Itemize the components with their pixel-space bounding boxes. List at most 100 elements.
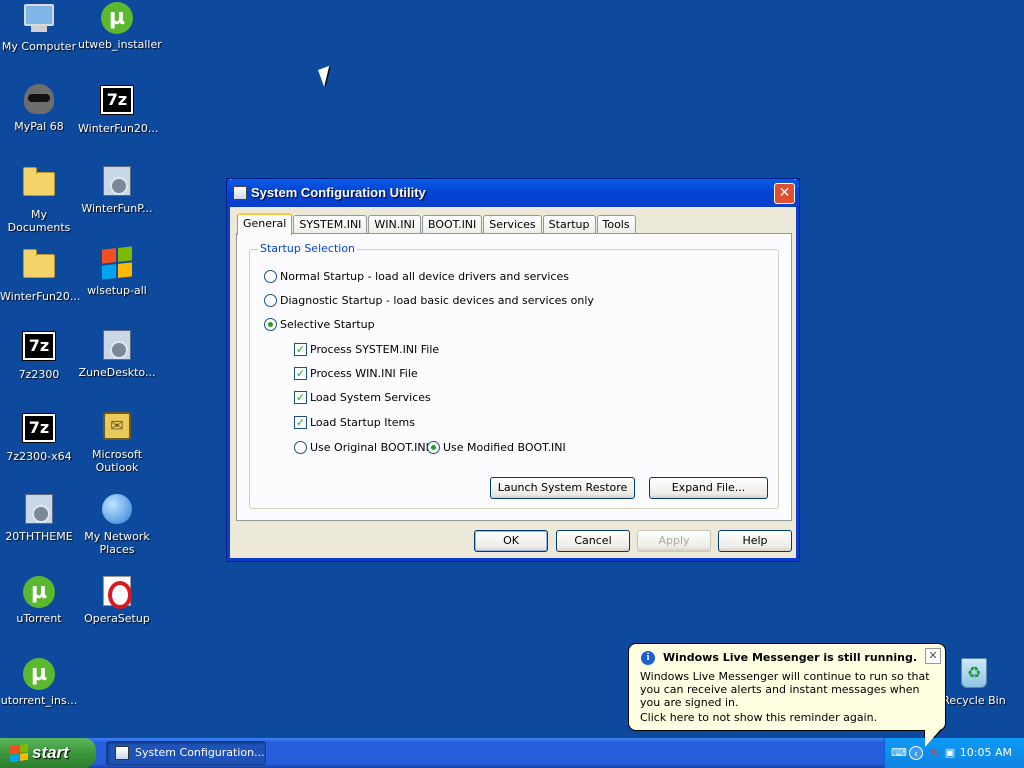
load-startup-items-checkbox[interactable]: ✓ Load Startup Items — [294, 416, 415, 429]
tab-boot-ini[interactable]: BOOT.INI — [421, 215, 483, 235]
desktop-icon-utweb-installer[interactable]: µ utweb_installer — [78, 2, 162, 51]
desktop-icon-utorrent-installer[interactable]: µ utorrent_ins... — [0, 658, 78, 707]
checkmark-icon: ✓ — [294, 343, 307, 356]
desktop-icon-wlsetup[interactable]: wlsetup-all — [78, 246, 156, 297]
messenger-balloon-notification[interactable]: i Windows Live Messenger is still runnin… — [628, 643, 946, 749]
load-system-services-checkbox[interactable]: ✓ Load System Services — [294, 391, 431, 404]
desktop-icon-label: OperaSetup — [84, 612, 150, 625]
use-original-boot-ini-radio[interactable]: Use Original BOOT.INI — [294, 441, 429, 454]
network-tray-icon[interactable]: ▣ — [943, 746, 957, 760]
checkbox-label: Process SYSTEM.INI File — [310, 343, 440, 356]
normal-startup-radio[interactable]: Normal Startup - load all device drivers… — [264, 270, 569, 283]
start-button[interactable]: start — [0, 738, 96, 768]
desktop-icon-zunedesktop[interactable]: ZuneDeskto... — [78, 330, 156, 379]
checkmark-icon: ✓ — [294, 416, 307, 429]
window-titlebar[interactable]: System Configuration Utility ✕ — [227, 179, 799, 207]
keyboard-icon[interactable]: ⌨ — [891, 746, 907, 760]
radio-indicator — [294, 441, 307, 454]
mypal-icon — [23, 84, 55, 116]
messenger-tray-icon[interactable]: ✕ — [927, 746, 941, 760]
desktop-icon-label: My Network Places — [84, 530, 150, 556]
desktop-icon-recycle-bin[interactable]: ♻ Recycle Bin — [935, 658, 1013, 707]
desktop-icon-label: Microsoft Outlook — [91, 448, 143, 474]
taskbar-button-system-configuration[interactable]: System Configuration... — [106, 741, 266, 765]
desktop-icon-label: utweb_installer — [78, 38, 162, 51]
tab-services[interactable]: Services — [483, 215, 542, 235]
system-tray: ⌨ ‹ ✕ ▣ 10:05 AM — [884, 738, 1024, 768]
selective-startup-radio[interactable]: Selective Startup — [264, 318, 375, 331]
desktop-icon-my-documents[interactable]: My Documents — [0, 166, 78, 234]
desktop-icon-utorrent[interactable]: µ uTorrent — [0, 576, 78, 625]
radio-label: Selective Startup — [280, 318, 375, 331]
installer-icon — [101, 330, 133, 362]
my-documents-icon — [23, 167, 55, 204]
startup-selection-group: Startup Selection Normal Startup - load … — [249, 242, 779, 509]
start-label: start — [32, 743, 69, 762]
desktop-icon-20ththeme[interactable]: 20THTHEME — [0, 494, 78, 543]
desktop-icon-my-computer[interactable]: My Computer — [0, 2, 78, 53]
process-system-ini-checkbox[interactable]: ✓ Process SYSTEM.INI File — [294, 343, 439, 356]
balloon-close-button[interactable]: ✕ — [925, 648, 941, 664]
checkbox-label: Process WIN.INI File — [310, 367, 418, 380]
recycle-bin-icon: ♻ — [958, 658, 990, 690]
utorrent-icon: µ — [101, 2, 133, 34]
checkbox-label: Load Startup Items — [310, 416, 415, 429]
checkmark-icon: ✓ — [294, 391, 307, 404]
system-configuration-window: System Configuration Utility ✕ General S… — [227, 179, 799, 561]
expand-file-button[interactable]: Expand File... — [649, 477, 768, 499]
window-close-button[interactable]: ✕ — [774, 183, 795, 204]
ok-button[interactable]: OK — [474, 530, 548, 552]
desktop-icon-label: 20THTHEME — [5, 530, 73, 543]
process-win-ini-checkbox[interactable]: ✓ Process WIN.INI File — [294, 367, 418, 380]
desktop-icon-7z2300[interactable]: 7z 7z2300 — [0, 330, 78, 381]
tab-tools[interactable]: Tools — [596, 215, 636, 235]
desktop-icon-label: MyPal 68 — [14, 120, 64, 133]
group-title: Startup Selection — [258, 242, 358, 255]
tab-system-ini[interactable]: SYSTEM.INI — [293, 215, 368, 235]
cancel-button[interactable]: Cancel — [556, 530, 630, 552]
desktop-icon-operasetup[interactable]: OperaSetup — [78, 576, 156, 625]
info-icon: i — [641, 651, 655, 665]
installer-icon — [101, 166, 133, 198]
tab-general[interactable]: General — [237, 213, 293, 235]
show-hidden-icons-chevron-icon[interactable]: ‹ — [909, 746, 923, 760]
desktop-icon-network-places[interactable]: My Network Places — [78, 494, 156, 556]
opera-icon — [101, 576, 133, 609]
desktop-icon-winterfunp[interactable]: WinterFunP... — [78, 166, 156, 215]
use-modified-boot-ini-radio[interactable]: Use Modified BOOT.INI — [427, 441, 566, 454]
desktop-icon-winterfun-7z[interactable]: 7z WinterFun20... — [78, 84, 159, 135]
7zip-icon: 7z — [100, 85, 134, 118]
desktop-icon-label: utorrent_ins... — [0, 694, 78, 707]
desktop-icon-outlook[interactable]: ✉ Microsoft Outlook — [78, 412, 156, 474]
utorrent-icon: µ — [23, 576, 55, 608]
utorrent-icon: µ — [23, 658, 55, 690]
windows-logo-icon — [10, 743, 28, 763]
taskbar-button-label: System Configuration... — [135, 746, 265, 759]
launch-system-restore-button[interactable]: Launch System Restore — [490, 477, 635, 499]
desktop-icon-winterfun-folder[interactable]: WinterFun20... — [0, 248, 80, 303]
radio-label: Use Original BOOT.INI — [310, 441, 429, 454]
desktop-icon-label: WinterFunP... — [81, 202, 153, 215]
tab-win-ini[interactable]: WIN.INI — [368, 215, 421, 235]
radio-indicator — [264, 294, 277, 307]
mouse-cursor-icon — [318, 65, 336, 87]
radio-indicator — [264, 318, 277, 331]
desktop-icon-7z2300-x64[interactable]: 7z 7z2300-x64 — [0, 412, 78, 463]
taskbar: start System Configuration... ⌨ ‹ ✕ ▣ 10… — [0, 738, 1024, 768]
desktop-icon-mypal[interactable]: MyPal 68 — [0, 84, 78, 133]
desktop-icon-label: Recycle Bin — [942, 694, 1006, 707]
radio-label: Use Modified BOOT.INI — [443, 441, 566, 454]
tab-strip: General SYSTEM.INI WIN.INI BOOT.INI Serv… — [237, 213, 637, 235]
diagnostic-startup-radio[interactable]: Diagnostic Startup - load basic devices … — [264, 294, 594, 307]
balloon-dismiss-link[interactable]: Click here to not show this reminder aga… — [640, 711, 877, 724]
balloon-tail — [925, 730, 940, 747]
radio-label: Normal Startup - load all device drivers… — [280, 270, 569, 283]
radio-indicator — [264, 270, 277, 283]
apply-button[interactable]: Apply — [637, 530, 711, 552]
desktop-icon-label: WinterFun20... — [78, 122, 159, 135]
help-button[interactable]: Help — [718, 530, 792, 552]
clock[interactable]: 10:05 AM — [960, 746, 1012, 759]
tab-startup[interactable]: Startup — [542, 215, 596, 235]
7zip-icon: 7z — [22, 413, 56, 446]
radio-indicator — [427, 441, 440, 454]
